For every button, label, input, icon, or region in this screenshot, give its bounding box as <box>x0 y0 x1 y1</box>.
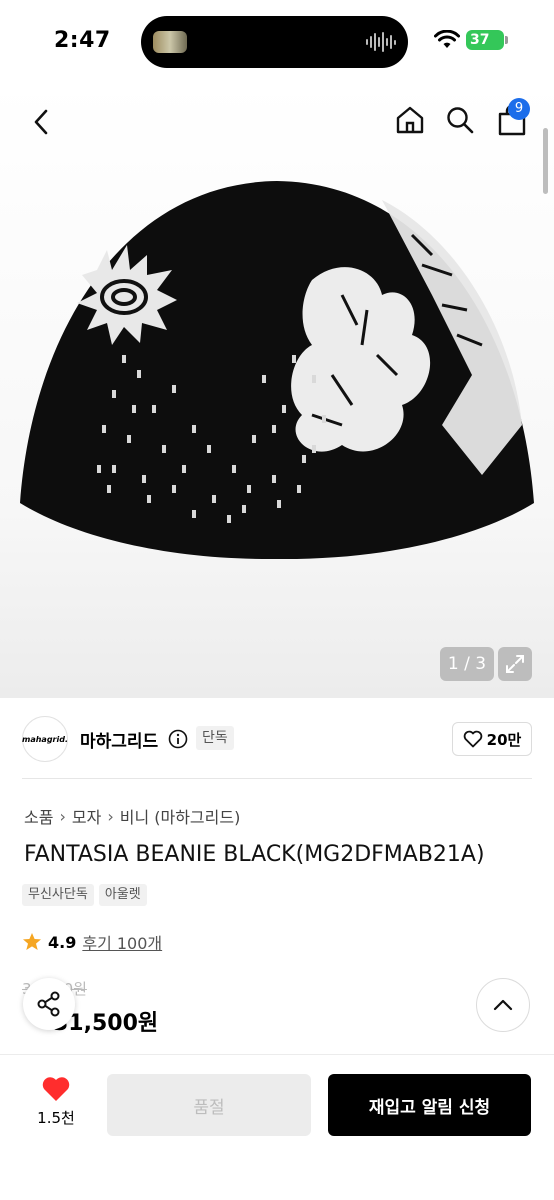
now-playing-thumbnail <box>153 31 187 53</box>
dynamic-island[interactable] <box>141 16 408 68</box>
brand-name[interactable]: 마하그리드 <box>80 727 158 752</box>
share-icon <box>37 991 60 1017</box>
restock-alert-button[interactable]: 재입고 알림 신청 <box>328 1074 531 1136</box>
exclusive-badge: 단독 <box>196 726 234 750</box>
chevron-up-icon <box>493 999 513 1011</box>
brand-like-count: 20만 <box>486 730 522 749</box>
chevron-right-icon: › <box>59 806 66 826</box>
scroll-top-button[interactable] <box>476 978 530 1032</box>
chevron-left-icon <box>34 109 48 135</box>
battery-cap <box>505 36 508 44</box>
star-icon <box>23 933 41 950</box>
product-tag: 아울렛 <box>98 884 147 906</box>
breadcrumb: 소품 › 모자 › 비니 (마하그리드) <box>24 804 240 828</box>
expand-icon <box>506 655 524 673</box>
back-button[interactable] <box>22 102 62 142</box>
brand-like-button[interactable]: 20만 <box>452 722 532 756</box>
cart-count-badge: 9 <box>508 98 530 120</box>
product-tag: 무신사단독 <box>22 884 94 906</box>
chevron-right-icon: › <box>107 806 114 826</box>
audio-wave-icon <box>366 30 396 54</box>
wishlist-button[interactable]: 1.5천 <box>22 1075 90 1135</box>
product-image <box>20 181 534 560</box>
breadcrumb-item[interactable]: 모자 <box>72 804 101 828</box>
wishlist-count: 1.5천 <box>37 1109 75 1127</box>
divider <box>22 778 532 779</box>
status-bar: 2:47 37 <box>0 0 554 80</box>
breadcrumb-item[interactable]: 비니 (마하그리드) <box>120 804 241 828</box>
brand-row: mahagrid. 마하그리드 단독 20만 <box>22 716 532 762</box>
breadcrumb-item[interactable]: 소품 <box>24 804 53 828</box>
battery-indicator: 37 <box>466 30 504 50</box>
cart-button[interactable]: 9 <box>492 98 532 140</box>
wifi-icon <box>434 30 460 48</box>
product-tags: 무신사단독 아울렛 <box>22 884 147 906</box>
rating-row: 4.9 후기 100개 <box>22 930 162 954</box>
expand-button[interactable] <box>498 647 532 681</box>
product-title: FANTASIA BEANIE BLACK(MG2DFMAB21A) <box>24 842 485 867</box>
product-gallery[interactable]: 9 1 / 3 <box>0 80 554 698</box>
heart-filled-icon <box>42 1077 70 1101</box>
heart-outline-icon <box>463 730 482 748</box>
brand-logo[interactable]: mahagrid. <box>22 716 68 762</box>
home-button[interactable] <box>390 100 430 140</box>
review-count-link[interactable]: 후기 100개 <box>82 930 162 954</box>
image-pager: 1 / 3 <box>440 647 494 681</box>
home-icon <box>396 106 424 134</box>
soldout-button[interactable]: 품절 <box>107 1074 311 1136</box>
scrollbar[interactable] <box>543 128 548 194</box>
share-button[interactable] <box>23 978 75 1030</box>
purchase-bar: 1.5천 품절 재입고 알림 신청 <box>0 1054 554 1200</box>
rating-score: 4.9 <box>48 932 77 952</box>
search-button[interactable] <box>440 100 480 140</box>
status-time: 2:47 <box>54 28 111 53</box>
info-icon[interactable] <box>168 729 188 749</box>
search-icon <box>447 107 474 134</box>
